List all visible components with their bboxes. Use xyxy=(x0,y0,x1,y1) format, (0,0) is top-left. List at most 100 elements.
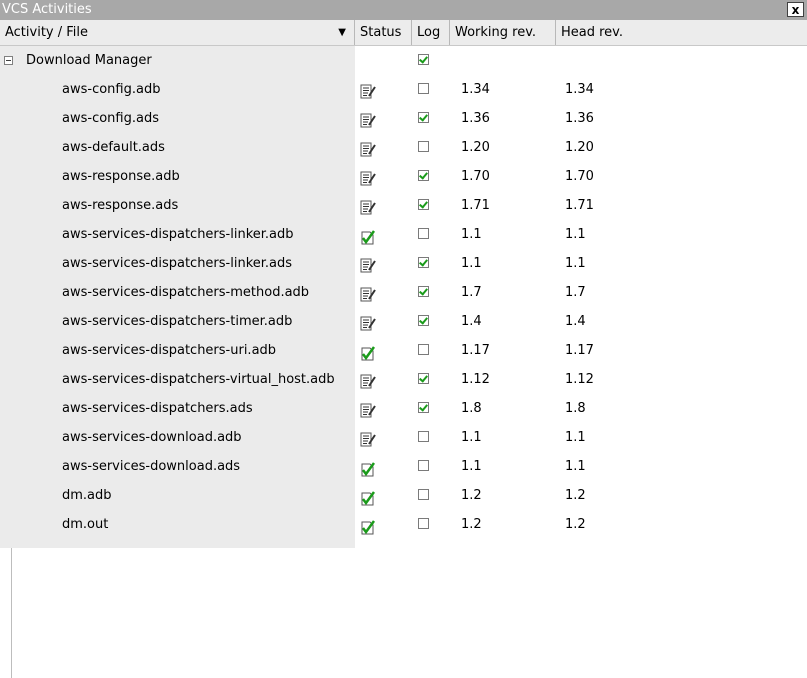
log-checkbox[interactable] xyxy=(418,373,429,384)
group-row[interactable]: Download Manager xyxy=(0,46,807,75)
file-row[interactable]: aws-config.adb 1.34 1.34 xyxy=(0,75,807,104)
log-checkbox[interactable] xyxy=(418,344,429,355)
file-row[interactable]: aws-services-download.ads 1.1 1.1 xyxy=(0,452,807,481)
up-to-date-status-icon xyxy=(360,517,376,535)
up-to-date-status-icon xyxy=(360,488,376,506)
close-icon[interactable]: x xyxy=(787,2,804,17)
working-rev: 1.34 xyxy=(461,82,490,97)
modified-status-icon xyxy=(360,430,376,447)
modified-status-icon xyxy=(360,285,376,302)
file-name: dm.adb xyxy=(62,488,112,503)
head-rev: 1.8 xyxy=(565,401,586,416)
modified-status-icon xyxy=(360,82,376,99)
file-row[interactable]: aws-services-dispatchers-virtual_host.ad… xyxy=(0,365,807,394)
log-checkbox[interactable] xyxy=(418,460,429,471)
log-checkbox[interactable] xyxy=(418,431,429,442)
modified-status-icon xyxy=(360,198,376,215)
head-rev: 1.7 xyxy=(565,285,586,300)
file-row[interactable]: dm.adb 1.2 1.2 xyxy=(0,481,807,510)
column-header-activity[interactable]: Activity / File ▼ xyxy=(0,20,355,45)
column-header-head-rev[interactable]: Head rev. xyxy=(556,20,807,45)
column-header-working-rev[interactable]: Working rev. xyxy=(450,20,556,45)
up-to-date-status-icon xyxy=(360,227,376,245)
file-name: dm.out xyxy=(62,517,109,532)
modified-status-icon xyxy=(360,111,376,128)
log-checkbox[interactable] xyxy=(418,518,429,529)
head-rev: 1.1 xyxy=(565,256,586,271)
log-checkbox[interactable] xyxy=(418,170,429,181)
file-row[interactable]: aws-config.ads 1.36 1.36 xyxy=(0,104,807,133)
up-to-date-status-icon xyxy=(360,459,376,477)
working-rev: 1.1 xyxy=(461,256,482,271)
modified-status-icon xyxy=(360,169,376,186)
head-rev: 1.17 xyxy=(565,343,594,358)
working-rev: 1.4 xyxy=(461,314,482,329)
working-rev: 1.1 xyxy=(461,459,482,474)
file-name: aws-response.adb xyxy=(62,169,180,184)
head-rev: 1.20 xyxy=(565,140,594,155)
file-row[interactable]: aws-response.ads 1.71 1.71 xyxy=(0,191,807,220)
file-name: aws-services-dispatchers-linker.adb xyxy=(62,227,294,242)
file-name: aws-config.ads xyxy=(62,111,159,126)
head-rev: 1.70 xyxy=(565,169,594,184)
activities-tree: Download Manager aws-config.adb 1.34 1.34 a… xyxy=(0,46,807,678)
log-checkbox[interactable] xyxy=(418,286,429,297)
working-rev: 1.36 xyxy=(461,111,490,126)
column-header-log[interactable]: Log xyxy=(412,20,450,45)
file-name: aws-services-dispatchers.ads xyxy=(62,401,253,416)
working-rev: 1.12 xyxy=(461,372,490,387)
file-name: aws-services-dispatchers-uri.adb xyxy=(62,343,277,358)
panel-title: VCS Activities xyxy=(2,2,92,17)
file-name: aws-services-dispatchers-virtual_host.ad… xyxy=(62,372,335,387)
dropdown-arrow-icon[interactable]: ▼ xyxy=(338,20,346,45)
collapse-toggle-icon[interactable] xyxy=(4,56,13,65)
log-checkbox[interactable] xyxy=(418,402,429,413)
working-rev: 1.1 xyxy=(461,227,482,242)
group-log-checkbox[interactable] xyxy=(418,54,429,65)
file-row[interactable]: aws-services-dispatchers-uri.adb 1.17 1.17 xyxy=(0,336,807,365)
file-row[interactable]: aws-services-dispatchers.ads 1.8 1.8 xyxy=(0,394,807,423)
log-checkbox[interactable] xyxy=(418,112,429,123)
head-rev: 1.12 xyxy=(565,372,594,387)
head-rev: 1.1 xyxy=(565,430,586,445)
file-name: aws-response.ads xyxy=(62,198,179,213)
file-row[interactable]: aws-services-dispatchers-linker.adb 1.1 1.… xyxy=(0,220,807,249)
head-rev: 1.36 xyxy=(565,111,594,126)
working-rev: 1.7 xyxy=(461,285,482,300)
file-name: aws-services-dispatchers-method.adb xyxy=(62,285,310,300)
file-row[interactable]: aws-services-dispatchers-linker.ads 1.1 1.… xyxy=(0,249,807,278)
file-row[interactable]: aws-services-dispatchers-method.adb 1.7 1.… xyxy=(0,278,807,307)
file-name: aws-services-dispatchers-timer.adb xyxy=(62,314,293,329)
file-row[interactable]: aws-services-dispatchers-timer.adb 1.4 1.4 xyxy=(0,307,807,336)
up-to-date-status-icon xyxy=(360,343,376,361)
modified-status-icon xyxy=(360,372,376,389)
file-row[interactable]: aws-response.adb 1.70 1.70 xyxy=(0,162,807,191)
file-row[interactable]: aws-services-download.adb 1.1 1.1 xyxy=(0,423,807,452)
file-name: aws-services-download.ads xyxy=(62,459,241,474)
file-name: aws-services-dispatchers-linker.ads xyxy=(62,256,293,271)
log-checkbox[interactable] xyxy=(418,315,429,326)
log-checkbox[interactable] xyxy=(418,141,429,152)
head-rev: 1.4 xyxy=(565,314,586,329)
log-checkbox[interactable] xyxy=(418,489,429,500)
working-rev: 1.70 xyxy=(461,169,490,184)
log-checkbox[interactable] xyxy=(418,257,429,268)
head-rev: 1.1 xyxy=(565,227,586,242)
log-checkbox[interactable] xyxy=(418,228,429,239)
panel-titlebar: VCS Activities x xyxy=(0,0,807,20)
log-checkbox[interactable] xyxy=(418,83,429,94)
file-row[interactable]: aws-default.ads 1.20 1.20 xyxy=(0,133,807,162)
column-header-activity-label: Activity / File xyxy=(5,25,89,40)
file-name: aws-services-download.adb xyxy=(62,430,242,445)
modified-status-icon xyxy=(360,140,376,157)
file-name: aws-default.ads xyxy=(62,140,165,155)
file-name: aws-config.adb xyxy=(62,82,161,97)
working-rev: 1.20 xyxy=(461,140,490,155)
head-rev: 1.34 xyxy=(565,82,594,97)
head-rev: 1.1 xyxy=(565,459,586,474)
group-label: Download Manager xyxy=(26,53,152,68)
column-header-status[interactable]: Status xyxy=(355,20,412,45)
file-row[interactable]: dm.out 1.2 1.2 xyxy=(0,510,807,539)
working-rev: 1.71 xyxy=(461,198,490,213)
log-checkbox[interactable] xyxy=(418,199,429,210)
